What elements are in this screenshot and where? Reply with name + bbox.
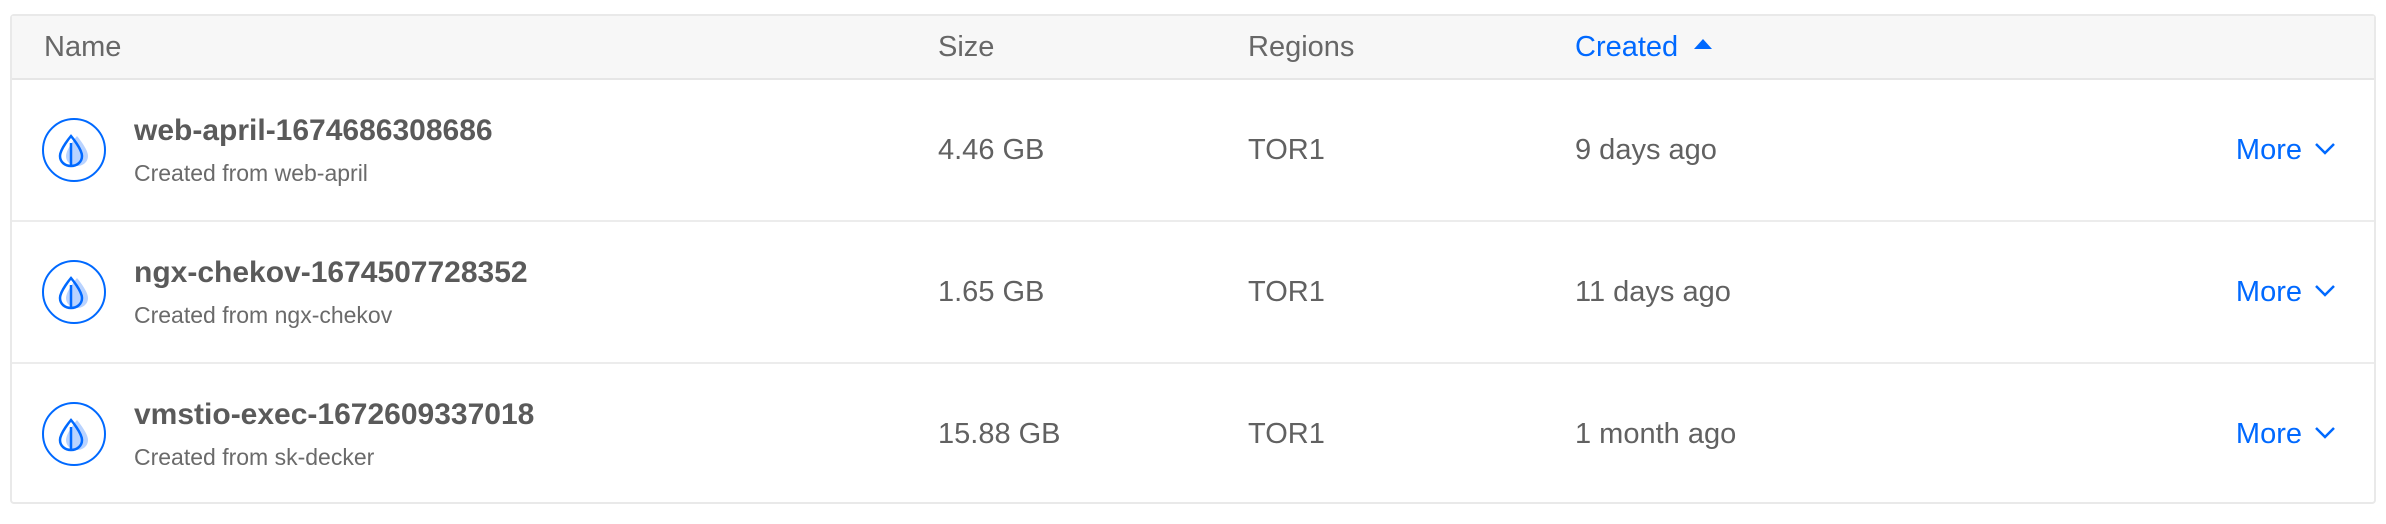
snapshot-size: 4.46 GB bbox=[938, 134, 1045, 166]
snapshot-region: TOR1 bbox=[1248, 276, 1325, 308]
table-row: ngx-chekov-1674507728352 Created from ng… bbox=[12, 222, 2374, 364]
snapshot-size: 1.65 GB bbox=[938, 276, 1045, 308]
chevron-down-icon bbox=[2315, 143, 2335, 156]
snapshot-region: TOR1 bbox=[1248, 418, 1325, 450]
column-header-regions[interactable]: Regions bbox=[1248, 16, 1354, 78]
column-header-created[interactable]: Created bbox=[1575, 16, 1713, 78]
snapshot-source: Created from sk-decker bbox=[134, 444, 375, 470]
table-header: Name Size Regions Created bbox=[12, 16, 2374, 80]
snapshot-created: 11 days ago bbox=[1575, 276, 1731, 308]
snapshots-table: Name Size Regions Created web-april-1674… bbox=[10, 14, 2376, 504]
droplet-icon bbox=[42, 260, 106, 324]
chevron-down-icon bbox=[2315, 285, 2335, 298]
snapshot-size: 15.88 GB bbox=[938, 418, 1061, 450]
more-button[interactable]: More bbox=[2236, 364, 2336, 504]
more-button-label: More bbox=[2235, 418, 2302, 450]
sort-up-icon bbox=[1694, 39, 1713, 50]
column-header-created-label: Created bbox=[1575, 31, 1679, 63]
droplet-icon bbox=[42, 118, 106, 182]
snapshot-name: vmstio-exec-1672609337018 bbox=[134, 398, 535, 431]
column-header-name[interactable]: Name bbox=[44, 16, 121, 78]
snapshot-created: 1 month ago bbox=[1575, 418, 1737, 450]
table-row: vmstio-exec-1672609337018 Created from s… bbox=[12, 364, 2374, 506]
snapshot-source: Created from web-april bbox=[134, 160, 368, 186]
snapshot-source: Created from ngx-chekov bbox=[134, 302, 393, 328]
droplet-icon bbox=[42, 402, 106, 466]
snapshot-region: TOR1 bbox=[1248, 134, 1325, 166]
snapshot-name: web-april-1674686308686 bbox=[134, 114, 493, 147]
more-button-label: More bbox=[2235, 276, 2302, 308]
chevron-down-icon bbox=[2315, 427, 2335, 440]
snapshot-created: 9 days ago bbox=[1575, 134, 1717, 166]
table-row: web-april-1674686308686 Created from web… bbox=[12, 80, 2374, 222]
column-header-size[interactable]: Size bbox=[938, 16, 994, 78]
snapshot-name: ngx-chekov-1674507728352 bbox=[134, 256, 528, 289]
more-button-label: More bbox=[2235, 134, 2302, 166]
more-button[interactable]: More bbox=[2236, 222, 2336, 362]
more-button[interactable]: More bbox=[2236, 80, 2336, 220]
